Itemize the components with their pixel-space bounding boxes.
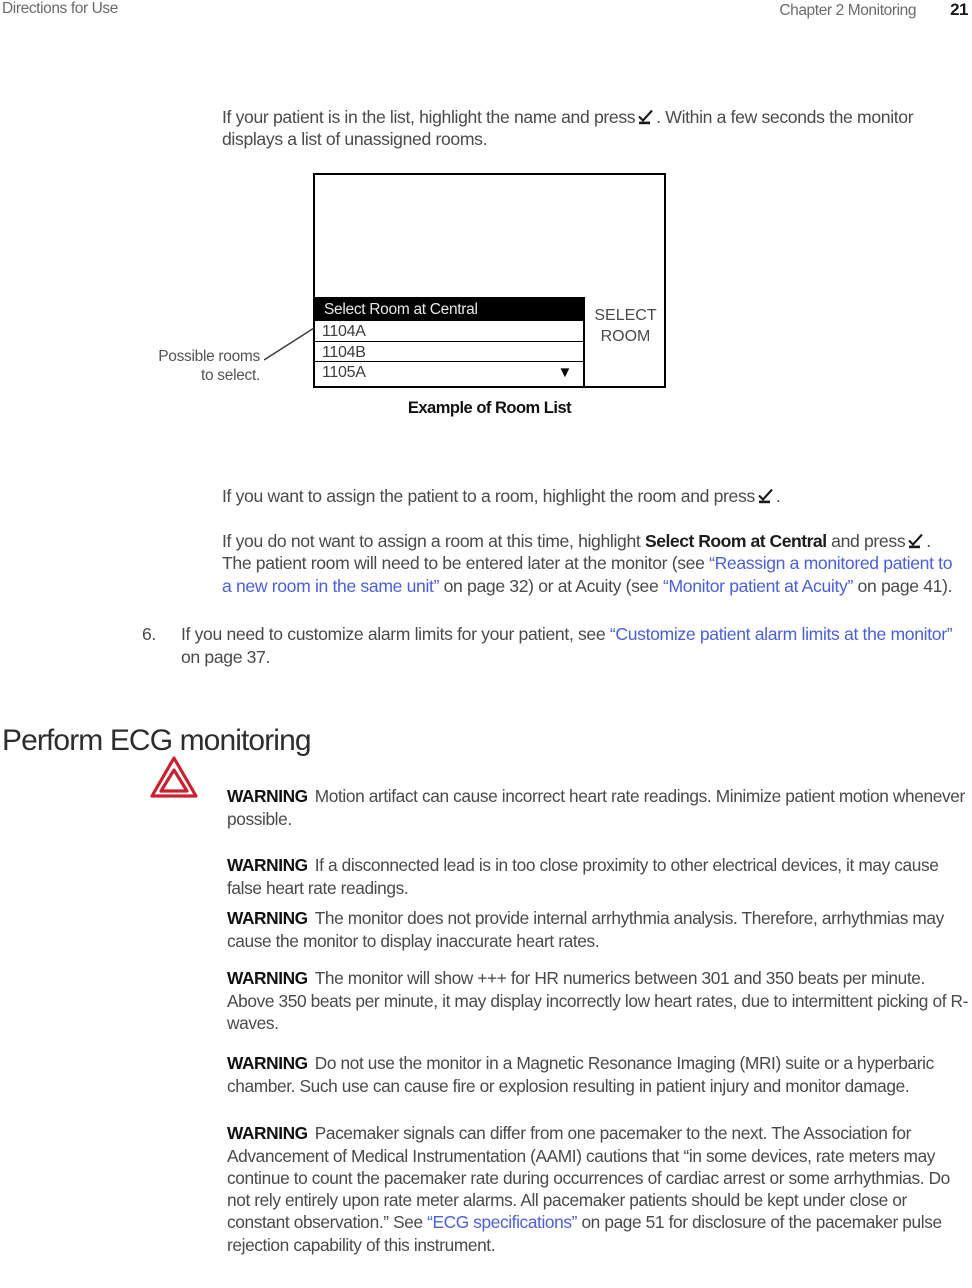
figure-leader-line	[264, 327, 315, 361]
monitor-screen-frame: Select Room at Central 1104A 1104B 1105A…	[313, 173, 666, 388]
cross-reference-link-acuity[interactable]: “Monitor patient at Acuity”	[663, 576, 853, 596]
scroll-down-caret-icon[interactable]: ▼	[557, 365, 572, 380]
header-document-title: Directions for Use	[2, 0, 118, 17]
warning-text: Motion artifact can cause incorrect hear…	[227, 786, 965, 829]
paragraph-assign-text-a: If you want to assign the patient to a r…	[222, 485, 755, 506]
warning-text: The monitor will show +++ for HR numeric…	[227, 968, 969, 1033]
warning-block-motion-artifact: WARNING Motion artifact can cause incorre…	[227, 785, 969, 830]
warning-block-pacemaker: WARNING Pacemaker signals can differ from…	[227, 1122, 969, 1256]
warning-label: WARNING	[227, 908, 308, 929]
paragraph-intro-text-a: If your patient is in the list, highligh…	[222, 106, 636, 127]
paragraph-intro: If your patient is in the list, highligh…	[222, 106, 942, 151]
figure-caption: Example of Room List	[407, 399, 572, 417]
enter-key-check-icon	[637, 109, 654, 125]
room-list-item-2-label: 1105A	[322, 364, 366, 382]
page-header: Directions for Use Chapter 2 Monitoring …	[0, 0, 972, 24]
paragraph-assign-room: If you want to assign the patient to a r…	[222, 485, 952, 508]
figure-callout-text: Possible rooms to select.	[158, 348, 260, 384]
cross-reference-link-ecg-specifications[interactable]: “ECG specifications”	[427, 1212, 577, 1232]
warning-label: WARNING	[227, 855, 308, 876]
room-list-item-1[interactable]: 1104B	[315, 340, 583, 363]
paragraph-central-text-b: and press	[826, 530, 906, 551]
paragraph-select-room-central: If you do not want to assign a room at t…	[222, 530, 962, 598]
warning-block-hr-numerics: WARNING The monitor will show +++ for HR …	[227, 967, 969, 1034]
room-list-panel: Select Room at Central 1104A 1104B 1105A…	[315, 297, 583, 386]
warning-label: WARNING	[227, 1053, 308, 1074]
softkey-divider	[583, 297, 585, 386]
paragraph-central-text-d: on page 32) or at Acuity (see	[439, 575, 663, 596]
softkey-label-line2: ROOM	[600, 328, 651, 345]
step-6-text-b: on page 37.	[181, 646, 271, 667]
warning-label: WARNING	[227, 786, 308, 807]
warning-label: WARNING	[227, 968, 308, 989]
cross-reference-link-customize-alarm-limits[interactable]: “Customize patient alarm limits at the m…	[610, 624, 953, 644]
warning-block-disconnected-lead: WARNING If a disconnected lead is in too …	[227, 854, 969, 899]
paragraph-central-text-e: on page 41).	[853, 575, 953, 596]
paragraph-central-bold-term: Select Room at Central	[645, 530, 827, 551]
enter-key-check-icon	[757, 488, 774, 504]
section-heading-perform-ecg-monitoring: Perform ECG monitoring	[2, 724, 312, 758]
room-list-item-2[interactable]: 1105A ▼	[315, 361, 583, 384]
warning-label: WARNING	[227, 1123, 308, 1144]
monitor-waveform-area	[315, 175, 664, 297]
header-right-group: Chapter 2 Monitoring 21	[779, 0, 972, 20]
step-6-number: 6.	[142, 624, 156, 644]
warning-text: Do not use the monitor in a Magnetic Res…	[227, 1053, 934, 1096]
softkey-label-line1: SELECT	[594, 307, 657, 324]
warning-text: The monitor does not provide internal ar…	[227, 908, 944, 951]
room-list-title-bar[interactable]: Select Room at Central	[315, 297, 583, 322]
step-6-text: If you need to customize alarm limits fo…	[181, 623, 972, 668]
softkey-select-room[interactable]: SELECT ROOM	[587, 299, 664, 386]
paragraph-assign-text-b: .	[775, 485, 781, 506]
paragraph-central-text-a: If you do not want to assign a room at t…	[222, 530, 645, 551]
room-list-item-0[interactable]: 1104A	[315, 320, 583, 343]
enter-key-check-icon	[907, 533, 924, 549]
page-number: 21	[950, 0, 968, 19]
step-6-text-a: If you need to customize alarm limits fo…	[181, 624, 610, 644]
warning-text: If a disconnected lead is in too close p…	[227, 855, 939, 898]
header-chapter-label: Chapter 2 Monitoring	[779, 2, 917, 19]
warning-block-arrhythmia-analysis: WARNING The monitor does not provide inte…	[227, 907, 969, 952]
warning-block-mri: WARNING Do not use the monitor in a Magne…	[227, 1052, 969, 1097]
numbered-step-6: 6. If you need to customize alarm limits…	[142, 623, 972, 668]
warning-triangle-icon	[150, 756, 198, 798]
